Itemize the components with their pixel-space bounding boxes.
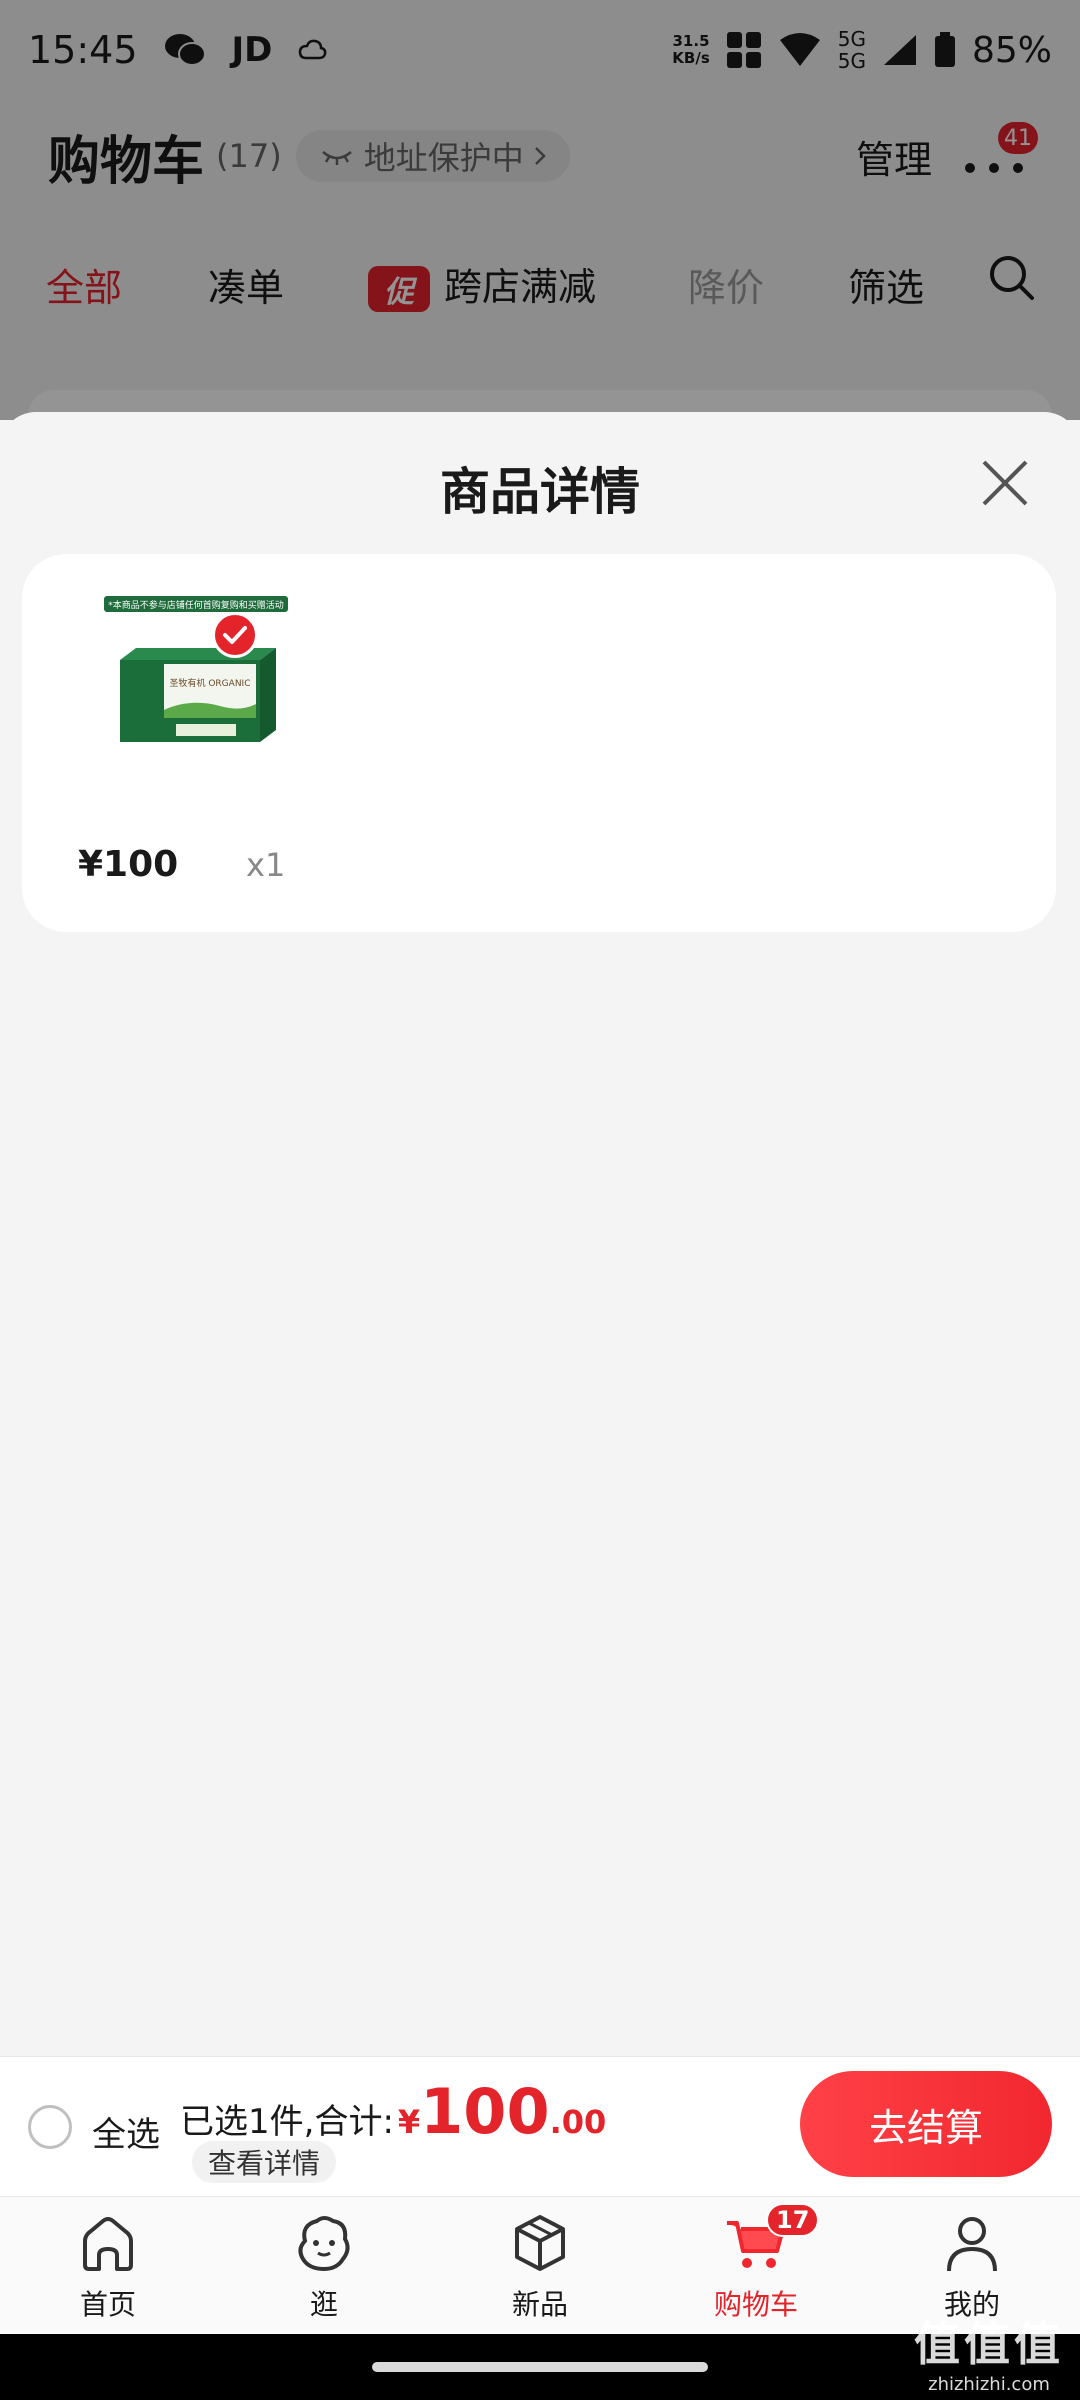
tab-home[interactable]: 首页 bbox=[0, 2197, 216, 2334]
sheet-title: 商品详情 bbox=[440, 463, 640, 521]
tab-discover[interactable]: 逛 bbox=[216, 2197, 432, 2334]
total-decimal: .00 bbox=[549, 2103, 607, 2141]
tab-label: 首页 bbox=[79, 2288, 136, 2321]
total-integer: 100 bbox=[420, 2075, 550, 2148]
select-all-label[interactable]: 全选 bbox=[92, 2107, 160, 2156]
home-icon bbox=[83, 2217, 133, 2271]
view-details-link[interactable]: 查看详情 bbox=[192, 2141, 337, 2183]
home-indicator[interactable] bbox=[372, 2362, 708, 2372]
selected-check-icon[interactable] bbox=[212, 612, 258, 658]
cube-icon bbox=[515, 2215, 565, 2271]
total-currency: ¥ bbox=[397, 2103, 421, 2141]
product-price: ¥100 bbox=[78, 844, 179, 885]
tab-label: 新品 bbox=[511, 2288, 568, 2321]
svg-text:圣牧有机 ORGANIC: 圣牧有机 ORGANIC bbox=[169, 677, 250, 689]
product-image[interactable]: *本商品不参与店铺任何首购复购和买赠活动 圣牧有机 ORGANIC bbox=[80, 590, 290, 770]
watermark: 值值值 zhizhizhi.com bbox=[914, 2317, 1064, 2395]
product-card[interactable]: *本商品不参与店铺任何首购复购和买赠活动 圣牧有机 ORGANIC ¥100 x… bbox=[22, 554, 1056, 932]
tab-cart[interactable]: 17 购物车 bbox=[648, 2197, 864, 2334]
product-quantity: x1 bbox=[246, 846, 286, 884]
checkout-bar: 全选 已选1件,合计: ¥ 100 .00 查看详情 去结算 bbox=[0, 2056, 1080, 2196]
tab-label: 购物车 bbox=[713, 2288, 798, 2321]
modal-overlay[interactable] bbox=[0, 0, 1080, 420]
close-icon[interactable] bbox=[978, 456, 1032, 510]
tab-new-products[interactable]: 新品 bbox=[432, 2197, 648, 2334]
summary-label: 已选1件,合计: bbox=[180, 2102, 394, 2142]
product-detail-sheet: 商品详情 *本商品不参与店铺任何首购复购和买赠活动 圣牧有机 ORGANIC ¥… bbox=[0, 412, 1080, 2056]
person-icon bbox=[947, 2217, 997, 2272]
screen: 15:45 JD 31.5 KB/s 5G 5G 85% 购物车 (17) 地址… bbox=[0, 0, 1080, 2400]
tab-label: 逛 bbox=[309, 2288, 338, 2321]
select-all-checkbox[interactable] bbox=[28, 2105, 72, 2149]
cart-badge: 17 bbox=[766, 2203, 820, 2237]
background-cart-page: 15:45 JD 31.5 KB/s 5G 5G 85% 购物车 (17) 地址… bbox=[0, 0, 1080, 450]
order-summary: 已选1件,合计: ¥ 100 .00 bbox=[180, 2075, 606, 2148]
checkout-button[interactable]: 去结算 bbox=[800, 2071, 1052, 2177]
discover-icon bbox=[298, 2216, 350, 2272]
svg-text:*本商品不参与店铺任何首购复购和买赠活动: *本商品不参与店铺任何首购复购和买赠活动 bbox=[108, 599, 284, 611]
